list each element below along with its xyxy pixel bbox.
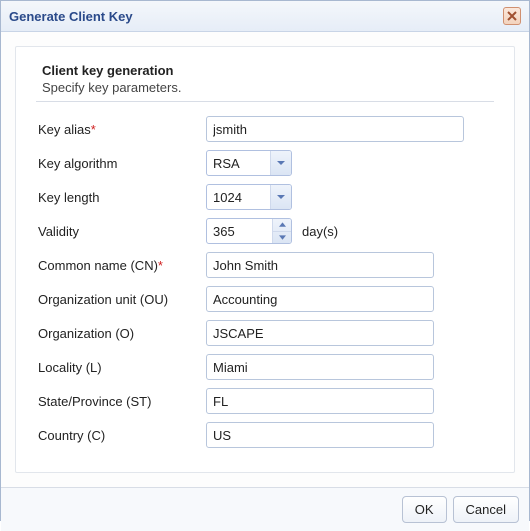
label-organization: Organization (O)	[36, 326, 206, 341]
row-key-algorithm: Key algorithm RSA	[36, 150, 494, 176]
validity-suffix: day(s)	[302, 224, 338, 239]
dialog-title: Generate Client Key	[9, 9, 133, 24]
label-key-alias: Key alias*	[36, 122, 206, 137]
label-key-length: Key length	[36, 190, 206, 205]
heading-title: Client key generation	[42, 63, 494, 78]
dialog-footer: OK Cancel	[1, 487, 529, 531]
ok-button[interactable]: OK	[402, 496, 447, 523]
key-length-select[interactable]: 1024	[206, 184, 292, 210]
required-marker: *	[158, 258, 163, 273]
label-country: Country (C)	[36, 428, 206, 443]
heading-block: Client key generation Specify key parame…	[36, 63, 494, 102]
row-locality: Locality (L)	[36, 354, 494, 380]
chevron-down-icon	[271, 151, 291, 175]
country-input[interactable]	[206, 422, 434, 448]
key-algorithm-select[interactable]: RSA	[206, 150, 292, 176]
organization-input[interactable]	[206, 320, 434, 346]
cancel-button[interactable]: Cancel	[453, 496, 519, 523]
chevron-down-icon	[271, 185, 291, 209]
label-state: State/Province (ST)	[36, 394, 206, 409]
titlebar: Generate Client Key	[1, 1, 529, 32]
state-input[interactable]	[206, 388, 434, 414]
validity-value: 365	[207, 219, 273, 243]
row-key-length: Key length 1024	[36, 184, 494, 210]
close-icon	[507, 9, 517, 24]
label-org-unit: Organization unit (OU)	[36, 292, 206, 307]
key-alias-input[interactable]	[206, 116, 464, 142]
heading-subtitle: Specify key parameters.	[42, 80, 494, 95]
row-state: State/Province (ST)	[36, 388, 494, 414]
row-country: Country (C)	[36, 422, 494, 448]
locality-input[interactable]	[206, 354, 434, 380]
generate-client-key-dialog: Generate Client Key Client key generatio…	[0, 0, 530, 521]
form-panel: Client key generation Specify key parame…	[15, 46, 515, 473]
label-validity: Validity	[36, 224, 206, 239]
close-button[interactable]	[503, 7, 521, 25]
label-key-algorithm: Key algorithm	[36, 156, 206, 171]
spinner-up-button[interactable]	[273, 219, 291, 231]
row-org-unit: Organization unit (OU)	[36, 286, 494, 312]
common-name-input[interactable]	[206, 252, 434, 278]
form: Key alias* Key algorithm RSA	[36, 116, 494, 448]
row-common-name: Common name (CN)*	[36, 252, 494, 278]
label-common-name: Common name (CN)*	[36, 258, 206, 273]
row-key-alias: Key alias*	[36, 116, 494, 142]
validity-spinner[interactable]: 365	[206, 218, 292, 244]
label-locality: Locality (L)	[36, 360, 206, 375]
required-marker: *	[91, 122, 96, 137]
org-unit-input[interactable]	[206, 286, 434, 312]
key-length-value: 1024	[207, 185, 271, 209]
row-organization: Organization (O)	[36, 320, 494, 346]
content-area: Client key generation Specify key parame…	[1, 32, 529, 487]
row-validity: Validity 365 day(s)	[36, 218, 494, 244]
spinner-down-button[interactable]	[273, 231, 291, 244]
key-algorithm-value: RSA	[207, 151, 271, 175]
